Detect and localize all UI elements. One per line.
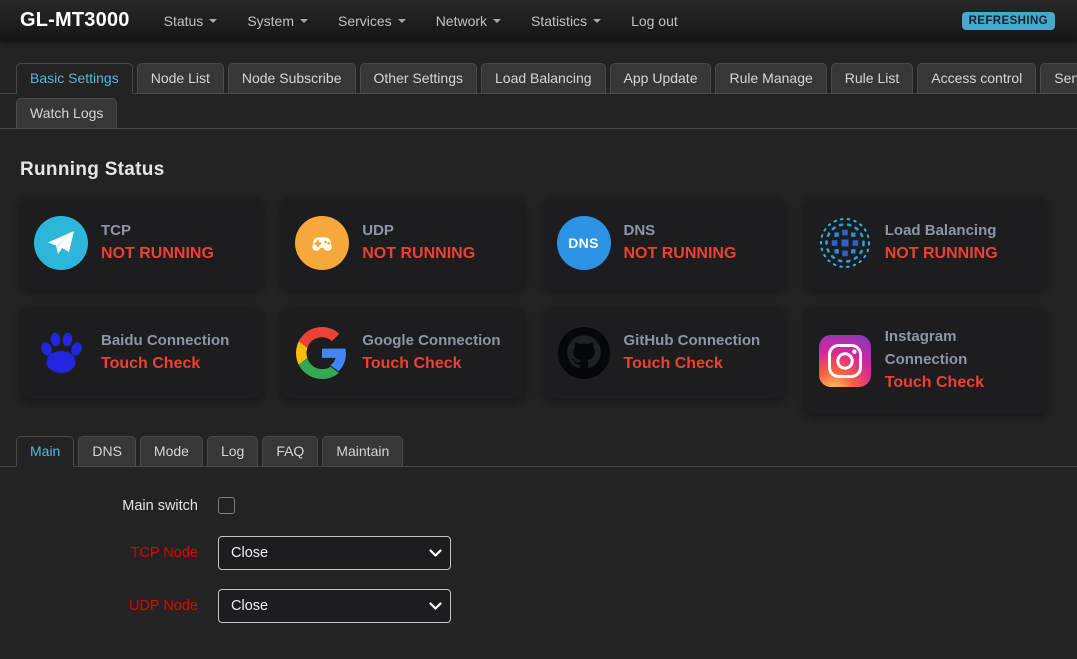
- card-title: GitHub Connection: [623, 331, 761, 349]
- card-status: NOT RUNNING: [101, 245, 214, 263]
- page-title: Running Status: [20, 159, 165, 180]
- subtab-dns[interactable]: DNS: [78, 436, 136, 467]
- caret-down-icon: [300, 18, 308, 23]
- paper-plane-icon: [34, 216, 88, 270]
- dns-badge-icon: DNS: [556, 216, 611, 270]
- tcp-node-label: TCP Node: [130, 545, 198, 561]
- card-title: Instagram Connection: [884, 328, 968, 368]
- tab-other-settings[interactable]: Other Settings: [359, 63, 477, 94]
- dotted-sphere-icon: [818, 216, 872, 270]
- status-card-grid: TCP NOT RUNNING UDP NOT RUNNING DNS DNS …: [20, 197, 1047, 414]
- main-switch-row: Main switch: [0, 497, 1077, 514]
- status-card-udp[interactable]: UDP NOT RUNNING: [281, 197, 525, 289]
- nav-item-system[interactable]: System: [247, 13, 308, 29]
- status-card-dns[interactable]: DNS DNS NOT RUNNING: [542, 197, 786, 289]
- card-status: NOT RUNNING: [362, 245, 476, 263]
- subtab-maintain[interactable]: Maintain: [322, 436, 404, 467]
- nav-item-label: Status: [163, 12, 204, 29]
- card-title: UDP: [362, 221, 394, 239]
- tab-app-update[interactable]: App Update: [609, 63, 712, 94]
- nav-item-label: Network: [435, 12, 488, 29]
- card-title: Google Connection: [362, 331, 501, 349]
- card-status: Touch Check: [101, 355, 201, 373]
- github-octocat-icon: [557, 326, 611, 380]
- udp-node-select[interactable]: Close: [218, 589, 451, 623]
- tab-server-side[interactable]: Server-Side: [1040, 63, 1077, 94]
- tab-node-list[interactable]: Node List: [136, 63, 224, 94]
- status-card-tcp[interactable]: TCP NOT RUNNING: [20, 197, 264, 289]
- nav-item-status[interactable]: Status: [164, 13, 218, 29]
- instagram-icon: [818, 334, 872, 388]
- subtab-mode[interactable]: Mode: [139, 436, 203, 467]
- subtab-main[interactable]: Main: [16, 436, 75, 467]
- caret-down-icon: [493, 18, 502, 23]
- main-settings-form: Main switch TCP Node Close UDP Node Clos…: [0, 497, 1077, 623]
- main-tab-bar-row1: Basic Settings Node List Node Subscribe …: [0, 63, 1077, 94]
- status-card-google[interactable]: Google Connection Touch Check: [281, 307, 525, 399]
- nav-item-label: Log out: [631, 12, 678, 29]
- dns-badge-label: DNS: [568, 235, 599, 251]
- brand-title: GL-MT3000: [20, 9, 130, 31]
- nav-item-label: Statistics: [531, 12, 588, 29]
- tab-basic-settings[interactable]: Basic Settings: [16, 63, 133, 94]
- status-card-instagram[interactable]: Instagram Connection Touch Check: [803, 307, 1047, 414]
- tab-load-balancing[interactable]: Load Balancing: [481, 63, 606, 94]
- status-card-baidu[interactable]: Baidu Connection Touch Check: [20, 307, 264, 399]
- refreshing-badge[interactable]: REFRESHING: [961, 11, 1055, 30]
- tab-node-subscribe[interactable]: Node Subscribe: [227, 63, 356, 94]
- card-title: Load Balancing: [884, 221, 997, 239]
- google-g-icon: [295, 326, 349, 380]
- card-title: TCP: [101, 221, 131, 239]
- card-title: Baidu Connection: [101, 331, 230, 349]
- card-status: Touch Check: [362, 355, 462, 373]
- status-card-load-balancing[interactable]: Load Balancing NOT RUNNING: [803, 197, 1047, 289]
- card-status: Touch Check: [884, 374, 985, 391]
- tab-watch-logs[interactable]: Watch Logs: [16, 98, 118, 129]
- tab-rule-manage[interactable]: Rule Manage: [715, 63, 827, 94]
- udp-node-row: UDP Node Close: [0, 589, 1077, 623]
- nav-item-network[interactable]: Network: [435, 12, 502, 29]
- card-title: DNS: [623, 221, 656, 239]
- tcp-node-select[interactable]: Close: [218, 536, 451, 570]
- tab-access-control[interactable]: Access control: [917, 63, 1037, 94]
- main-switch-checkbox[interactable]: [218, 497, 235, 514]
- subtab-log[interactable]: Log: [206, 436, 259, 467]
- baidu-paw-icon: [34, 326, 88, 380]
- nav-item-services[interactable]: Services: [338, 13, 406, 29]
- card-status: Touch Check: [623, 355, 723, 373]
- sub-tab-bar: Main DNS Mode Log FAQ Maintain: [0, 436, 1077, 467]
- nav-item-label: Services: [338, 12, 392, 29]
- caret-down-icon: [209, 18, 218, 23]
- subtab-faq[interactable]: FAQ: [262, 436, 319, 467]
- card-status: NOT RUNNING: [623, 245, 737, 263]
- udp-node-label: UDP Node: [128, 598, 198, 614]
- main-switch-label: Main switch: [122, 497, 198, 514]
- tcp-node-row: TCP Node Close: [0, 536, 1077, 570]
- nav-item-logout[interactable]: Log out: [631, 13, 678, 29]
- card-status: NOT RUNNING: [884, 245, 998, 263]
- nav-item-statistics[interactable]: Statistics: [531, 12, 602, 29]
- caret-down-icon: [397, 18, 406, 23]
- top-navbar: GL-MT3000 Status System Services Network…: [0, 0, 1077, 41]
- tab-rule-list[interactable]: Rule List: [830, 63, 914, 94]
- caret-down-icon: [593, 18, 602, 23]
- status-card-github[interactable]: GitHub Connection Touch Check: [542, 307, 786, 399]
- nav-item-label: System: [247, 12, 294, 29]
- gamepad-icon: [295, 216, 350, 270]
- main-tab-bar-row2: Watch Logs: [0, 98, 1077, 129]
